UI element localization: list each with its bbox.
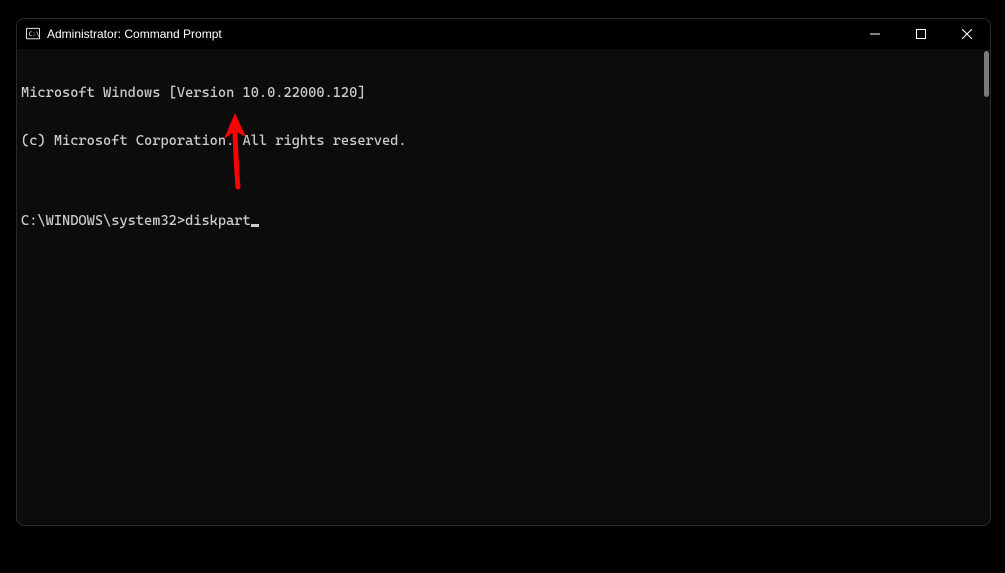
scrollbar-thumb[interactable] <box>984 51 989 97</box>
svg-text:C:\: C:\ <box>29 31 40 38</box>
titlebar-left: C:\ Administrator: Command Prompt <box>17 26 852 42</box>
typed-command: diskpart <box>185 213 251 229</box>
prompt-path: C:\WINDOWS\system32> <box>21 213 185 229</box>
minimize-button[interactable] <box>852 19 898 49</box>
maximize-button[interactable] <box>898 19 944 49</box>
window-controls <box>852 19 990 49</box>
text-cursor <box>251 224 259 227</box>
close-button[interactable] <box>944 19 990 49</box>
window-title: Administrator: Command Prompt <box>47 27 222 41</box>
output-line: Microsoft Windows [Version 10.0.22000.12… <box>21 85 986 101</box>
terminal-output[interactable]: Microsoft Windows [Version 10.0.22000.12… <box>17 49 990 525</box>
titlebar[interactable]: C:\ Administrator: Command Prompt <box>17 19 990 49</box>
prompt-line: C:\WINDOWS\system32>diskpart <box>21 213 986 229</box>
output-line: (c) Microsoft Corporation. All rights re… <box>21 133 986 149</box>
cmd-icon: C:\ <box>25 26 41 42</box>
command-prompt-window: C:\ Administrator: Command Prompt Micros… <box>16 18 991 526</box>
